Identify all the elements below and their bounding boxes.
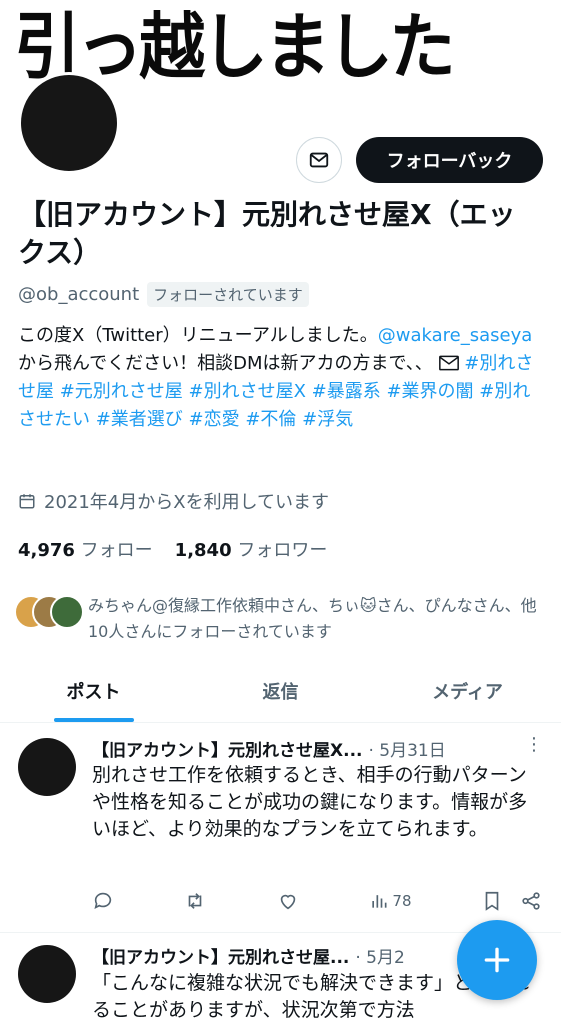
follow-stats: 4,976 フォロー 1,840 フォロワー: [18, 536, 327, 562]
bio-text-2: から飛んでください！相談DMは新アカの方まで、、: [18, 353, 433, 374]
following-link[interactable]: 4,976 フォロー: [18, 536, 153, 562]
follow-back-button[interactable]: フォローバック: [356, 137, 543, 183]
mention-link[interactable]: @wakare_saseya: [378, 325, 533, 346]
heart-icon: [280, 894, 296, 910]
message-button[interactable]: [296, 137, 342, 183]
handle-row: @ob_account フォローされています: [18, 282, 309, 307]
follower-avatar: [50, 595, 84, 629]
tweet-header: 【旧アカウント】元別れさせ屋X... · 5月31日: [92, 736, 446, 761]
tab-replies[interactable]: 返信: [187, 660, 374, 722]
bio-text: この度X（Twitter）リニューアルしました。: [18, 325, 378, 346]
calendar-icon: [19, 494, 35, 509]
share-icon[interactable]: [520, 890, 542, 912]
following-count: 4,976: [18, 540, 75, 561]
tweet-avatar[interactable]: [18, 945, 76, 1003]
profile-name: 【旧アカウント】元別れさせ屋X（エックス）: [18, 198, 516, 269]
views-button[interactable]: 78: [369, 891, 412, 911]
plus-icon: [484, 947, 510, 973]
followers-link[interactable]: 1,840 フォロワー: [175, 536, 328, 562]
tweet-avatar[interactable]: [18, 738, 76, 796]
mail-icon: [438, 355, 459, 371]
followed-by-text: みちゃん@復縁工作依頼中さん、ちぃ🐱さん、ぴんなさん、他10人さんにフォローされ…: [88, 596, 537, 641]
tweet-body: 別れさせ工作を依頼するとき、相手の行動パターンや性格を知ることが成功の鍵になりま…: [92, 764, 528, 840]
followers-count: 1,840: [174, 540, 232, 561]
following-label: フォロー: [80, 540, 153, 561]
repost-icon: [189, 893, 202, 909]
joined-text: 2021年4月からXを利用しています: [44, 492, 330, 513]
views-count: 78: [392, 892, 412, 910]
tweet-date[interactable]: · 5月31日: [368, 741, 445, 761]
tweet[interactable]: 【旧アカウント】元別れさせ屋X... · 5月31日 ⋮ 別れさせ工作を依頼すると…: [0, 722, 561, 934]
like-button[interactable]: [277, 890, 299, 912]
profile-tabs: ポスト 返信 メディア: [0, 660, 561, 723]
tab-media[interactable]: メディア: [374, 660, 561, 722]
profile-avatar[interactable]: [18, 72, 120, 174]
tweet-author[interactable]: 【旧アカウント】元別れさせ屋X...: [92, 741, 362, 761]
tweet-header: 【旧アカウント】元別れさせ屋... · 5月2: [92, 943, 405, 968]
follows-you-badge: フォローされています: [147, 282, 309, 307]
tweet-actions: 78: [92, 890, 542, 912]
bookmark-icon[interactable]: [482, 890, 502, 912]
follower-avatars: [14, 593, 88, 629]
profile-handle: @ob_account: [18, 284, 140, 305]
compose-button[interactable]: [457, 920, 537, 1000]
mail-icon: [309, 152, 329, 168]
repost-button[interactable]: [184, 890, 206, 912]
views-icon: [372, 895, 387, 908]
reply-button[interactable]: [92, 890, 114, 912]
followers-label: フォロワー: [237, 540, 328, 561]
tweet-date[interactable]: · 5月2: [355, 948, 404, 968]
joined-date: 2021年4月からXを利用しています: [18, 488, 329, 514]
reply-icon: [94, 892, 112, 909]
tweet-author[interactable]: 【旧アカウント】元別れさせ屋...: [92, 948, 349, 968]
tab-posts[interactable]: ポスト: [0, 660, 187, 722]
more-icon[interactable]: ⋮: [525, 734, 543, 755]
tweet-extra-actions: [482, 890, 542, 912]
followed-by-section[interactable]: みちゃん@復縁工作依頼中さん、ちぃ🐱さん、ぴんなさん、他10人さんにフォローされ…: [14, 593, 543, 645]
profile-bio: この度X（Twitter）リニューアルしました。@wakare_saseya から…: [18, 322, 548, 434]
